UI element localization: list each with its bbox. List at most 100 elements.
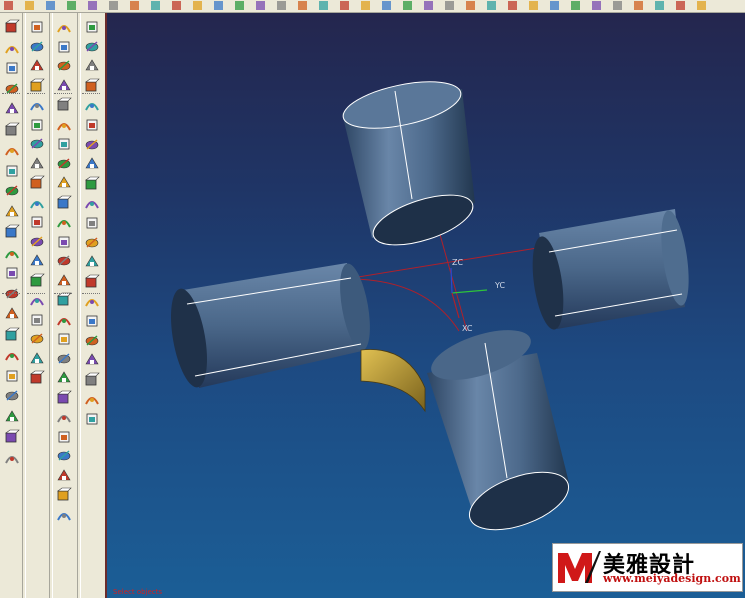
top-toolbar-icon[interactable] [214,1,223,10]
shell-icon[interactable] [84,215,100,231]
top-toolbar-icon[interactable] [193,1,202,10]
graphics-viewport[interactable]: ZC YC XC Select objects 美雅設計 www.meiyade… [105,13,745,598]
top-toolbar-icon[interactable] [130,1,139,10]
chamfer-icon[interactable] [56,58,72,74]
patch-icon[interactable] [4,450,20,466]
boss-icon[interactable] [29,370,45,386]
top-toolbar-icon[interactable] [88,1,97,10]
chamfer-icon[interactable] [4,245,20,261]
intersect-icon[interactable] [56,429,72,445]
top-toolbar-icon[interactable] [445,1,454,10]
patch-icon[interactable] [56,253,72,269]
split-icon[interactable] [4,388,20,404]
top-toolbar-icon[interactable] [508,1,517,10]
sketch-icon[interactable] [4,19,20,35]
unite-icon[interactable] [29,136,45,152]
top-toolbar-icon[interactable] [277,1,286,10]
cylinder-icon[interactable] [56,331,72,347]
pad-icon[interactable] [29,351,45,367]
subtract-icon[interactable] [56,409,72,425]
sew-icon[interactable] [84,352,100,368]
curve-icon[interactable] [56,487,72,503]
curve-icon[interactable] [4,40,20,56]
toolbar-grip[interactable] [54,93,72,97]
cone-icon[interactable] [29,97,45,113]
pattern-icon[interactable] [4,327,20,343]
top-toolbar-icon[interactable] [529,1,538,10]
top-toolbar-icon[interactable] [109,1,118,10]
top-toolbar-icon[interactable] [151,1,160,10]
subtract-icon[interactable] [29,156,45,172]
extrude-icon[interactable] [29,253,45,269]
top-toolbar-icon[interactable] [676,1,685,10]
cylinder-right[interactable] [528,209,694,332]
tube-icon[interactable] [84,78,100,94]
top-toolbar-icon[interactable] [298,1,307,10]
top-toolbar-icon[interactable] [487,1,496,10]
swept-icon[interactable] [84,58,100,74]
scale-icon[interactable] [29,39,45,55]
top-toolbar-icon[interactable] [361,1,370,10]
top-toolbar-icon[interactable] [634,1,643,10]
tube-icon[interactable] [4,142,20,158]
top-toolbar-icon[interactable] [340,1,349,10]
swept-icon[interactable] [4,122,20,138]
revolve-icon[interactable] [29,273,45,289]
toolbar-grip[interactable] [54,293,72,297]
top-toolbar-icon[interactable] [256,1,265,10]
top-toolbar-icon[interactable] [592,1,601,10]
cone-icon[interactable] [56,351,72,367]
extrude-icon[interactable] [56,507,72,523]
top-toolbar-icon[interactable] [424,1,433,10]
top-toolbar-icon[interactable] [403,1,412,10]
cylinder-bottom[interactable] [425,320,576,541]
swept-icon[interactable] [29,312,45,328]
cylinder-left[interactable] [165,261,376,390]
cylinder-icon[interactable] [29,78,45,94]
top-toolbar-icon[interactable] [67,1,76,10]
pattern-icon[interactable] [56,136,72,152]
sketch-icon[interactable] [29,214,45,230]
mirror-icon[interactable] [84,274,100,290]
sphere-icon[interactable] [56,370,72,386]
pocket-icon[interactable] [4,204,20,220]
top-toolbar-icon[interactable] [25,1,34,10]
offset-icon[interactable] [56,214,72,230]
cylinder-top[interactable] [339,73,478,255]
pad-icon[interactable] [4,163,20,179]
sphere-icon[interactable] [29,117,45,133]
top-toolbar-icon[interactable] [697,1,706,10]
extrude-icon[interactable] [4,60,20,76]
pocket-icon[interactable] [56,19,72,35]
thicken-icon[interactable] [29,19,45,35]
boss-icon[interactable] [84,117,100,133]
thicken-icon[interactable] [84,391,100,407]
top-toolbar-icon[interactable] [4,1,13,10]
pocket-icon[interactable] [84,137,100,153]
tube-icon[interactable] [29,331,45,347]
sweep-icon[interactable] [84,39,100,55]
toolbar-grip[interactable] [2,93,20,97]
offset-icon[interactable] [4,409,20,425]
edit-icon[interactable] [56,448,72,464]
toolbar-grip[interactable] [27,293,45,297]
model-scene[interactable]: ZC YC XC [107,13,745,598]
sew-icon[interactable] [56,234,72,250]
top-toolbar-icon[interactable] [46,1,55,10]
block-icon[interactable] [56,312,72,328]
hole-icon[interactable] [4,224,20,240]
thread-icon[interactable] [84,235,100,251]
top-toolbar-icon[interactable] [382,1,391,10]
revolve-icon[interactable] [84,19,100,35]
toolbar-grip[interactable] [82,293,100,297]
toolbar-grip[interactable] [82,93,100,97]
mirror-icon[interactable] [4,347,20,363]
blend-icon[interactable] [84,195,100,211]
edit-icon[interactable] [29,195,45,211]
mirror-icon[interactable] [56,156,72,172]
sew-icon[interactable] [4,429,20,445]
boss-icon[interactable] [4,183,20,199]
split-icon[interactable] [56,195,72,211]
toolbar-grip[interactable] [27,93,45,97]
unite-icon[interactable] [56,390,72,406]
